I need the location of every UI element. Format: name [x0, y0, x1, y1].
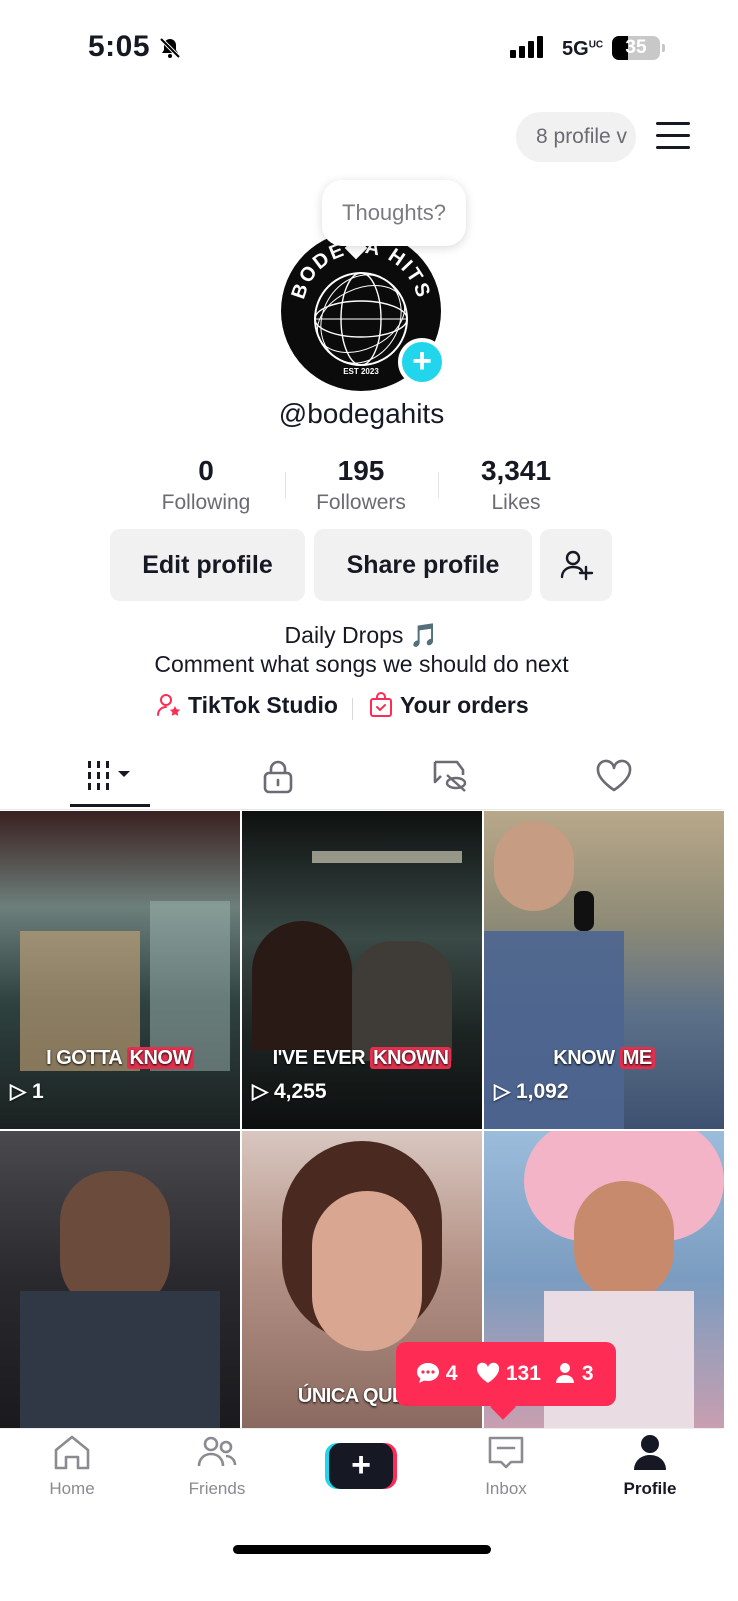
view-count: ▷ 4,255 [252, 1080, 327, 1103]
following-label: Following [161, 491, 251, 514]
tab-videos[interactable] [86, 758, 130, 794]
tiktok-studio-link[interactable]: TikTok Studio [156, 692, 338, 719]
video-tile[interactable] [0, 1131, 240, 1428]
activity-notification[interactable]: 4 131 3 [396, 1342, 616, 1406]
nav-friends[interactable]: Friends [167, 1432, 267, 1499]
heart-filled-icon [476, 1362, 500, 1383]
battery-tip [662, 44, 665, 52]
status-time: 5:05 [88, 30, 151, 63]
edit-profile-button[interactable]: Edit profile [110, 529, 305, 601]
tab-private[interactable] [258, 758, 298, 794]
video-caption: KNOW ME [484, 1047, 724, 1070]
network-label: 5GUC [562, 38, 604, 60]
thoughts-label: Thoughts? [342, 200, 446, 225]
profile-views-button[interactable]: 8 profile v [516, 112, 636, 162]
inbox-icon [488, 1436, 524, 1469]
thoughts-bubble[interactable]: Thoughts? [322, 180, 466, 246]
likes-count: 3,341 [480, 455, 552, 486]
likes-notification: 131 [476, 1362, 541, 1386]
add-friends-button[interactable] [540, 529, 612, 601]
nav-friends-label: Friends [188, 1479, 246, 1498]
nav-inbox[interactable]: Inbox [456, 1432, 556, 1499]
your-orders-label: Your orders [400, 692, 529, 718]
menu-icon[interactable] [656, 122, 690, 150]
battery-level: 35 [625, 37, 647, 58]
create-button[interactable]: + [325, 1443, 397, 1489]
your-orders-link[interactable]: Your orders [368, 692, 529, 719]
home-indicator [233, 1545, 491, 1554]
video-tile[interactable]: I GOTTA KNOW ▷ 1 [0, 811, 240, 1129]
view-count: ▷ 1 [10, 1080, 44, 1103]
plus-icon: + [329, 1443, 393, 1489]
nav-inbox-label: Inbox [485, 1479, 527, 1498]
add-user-icon [560, 550, 594, 581]
videos-grid-icon [88, 761, 130, 790]
followers-notification-count: 3 [581, 1362, 594, 1385]
nav-profile-label: Profile [623, 1479, 677, 1498]
likes-stat[interactable]: 3,341 Likes [436, 455, 596, 515]
bio-line-1: Daily Drops 🎵 [284, 622, 439, 648]
studio-icon [157, 694, 181, 716]
followers-count: 195 [337, 455, 385, 486]
active-tab-indicator [70, 804, 150, 807]
view-count: ▷ 1,092 [494, 1080, 569, 1103]
avatar-est-text: EST 2023 [343, 367, 379, 376]
tab-tagged[interactable] [430, 758, 470, 794]
signal-icon [510, 36, 546, 58]
heart-icon [596, 759, 632, 792]
username: @bodegahits [278, 398, 445, 429]
person-icon [556, 1363, 574, 1383]
likes-label: Likes [491, 491, 541, 514]
following-count: 0 [198, 455, 214, 486]
tiktok-studio-label: TikTok Studio [188, 692, 338, 718]
links-separator [352, 698, 353, 720]
comments-notification: 4 [416, 1362, 458, 1386]
bell-muted-icon [159, 37, 181, 59]
profile-views-label: 8 profile v [536, 125, 628, 148]
share-profile-button[interactable]: Share profile [314, 529, 532, 601]
bio-line-2: Comment what songs we should do next [154, 651, 569, 677]
comment-icon [417, 1363, 439, 1383]
tagged-icon [433, 760, 467, 792]
video-tile[interactable]: KNOW ME ▷ 1,092 [484, 811, 724, 1129]
video-caption: I'VE EVER KNOWN [242, 1047, 482, 1070]
tabs-divider [0, 809, 723, 810]
video-caption: I GOTTA KNOW [0, 1047, 240, 1070]
video-tile[interactable]: I'VE EVER KNOWN ▷ 4,255 [242, 811, 482, 1129]
profile-icon [634, 1435, 666, 1470]
add-story-plus-icon[interactable]: + [398, 338, 446, 386]
nav-profile[interactable]: Profile [600, 1432, 700, 1499]
battery-icon: 35 [612, 36, 660, 60]
followers-label: Followers [316, 491, 406, 514]
followers-notification: 3 [554, 1362, 594, 1386]
followers-stat[interactable]: 195 Followers [281, 455, 441, 515]
home-icon [54, 1435, 90, 1470]
shopping-bag-icon [370, 692, 392, 717]
tab-liked[interactable] [594, 758, 634, 794]
lock-icon [263, 760, 293, 794]
nav-home[interactable]: Home [22, 1432, 122, 1499]
comments-count: 4 [445, 1362, 458, 1385]
friends-icon [197, 1436, 237, 1467]
following-stat[interactable]: 0 Following [126, 455, 286, 515]
likes-notification-count: 131 [505, 1362, 541, 1385]
nav-home-label: Home [49, 1479, 95, 1498]
